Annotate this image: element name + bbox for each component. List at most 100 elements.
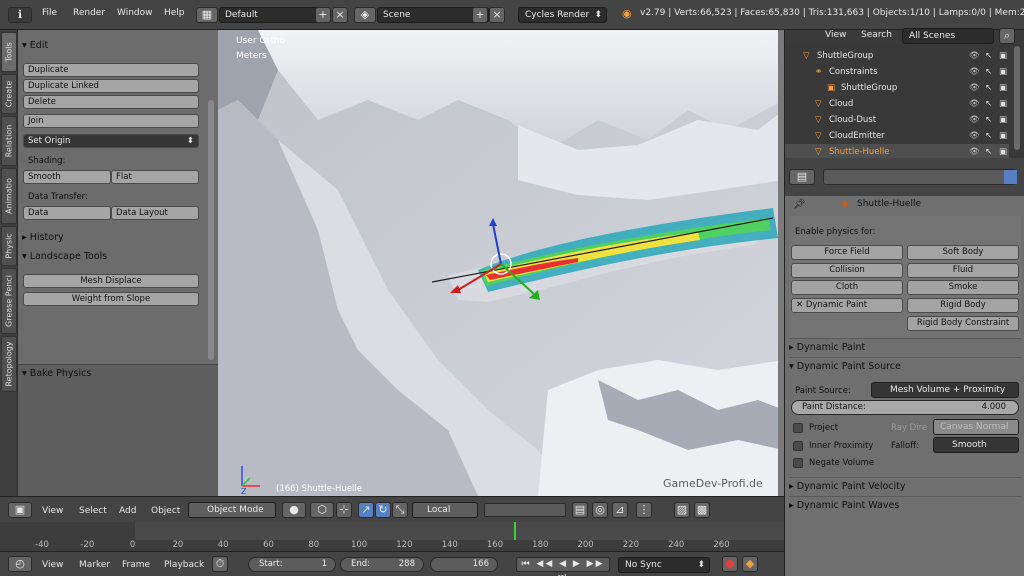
manipulator-icon[interactable]: ⊹ [336, 502, 352, 518]
gl-render-icon[interactable]: ▩ [694, 502, 710, 518]
menu-view[interactable]: View [42, 506, 63, 516]
mesh-displace-button[interactable]: Mesh Displace [23, 274, 199, 288]
negate-volume-checkbox[interactable] [793, 458, 803, 468]
project-checkbox[interactable] [793, 423, 803, 433]
render-preview-icon[interactable]: ▨ [674, 502, 690, 518]
selectability-cursor-icon[interactable]: ↖ [985, 48, 992, 64]
soft-body-button[interactable]: Soft Body [907, 245, 1019, 260]
paint-source-select[interactable]: Mesh Volume + Proximity [871, 382, 1019, 398]
snap-target-icon[interactable]: ⋮ [636, 502, 652, 518]
layer-buttons[interactable] [484, 503, 566, 517]
selectability-cursor-icon[interactable]: ↖ [985, 128, 992, 144]
tl-menu-frame[interactable]: Frame [122, 560, 150, 570]
menu-help[interactable]: Help [164, 8, 185, 18]
visibility-eye-icon[interactable]: 👁︎ [969, 64, 980, 80]
menu-file[interactable]: File [42, 8, 57, 18]
tl-menu-marker[interactable]: Marker [79, 560, 110, 570]
delete-button[interactable]: Delete [23, 95, 199, 109]
landscape-panel-header[interactable]: ▾ Landscape Tools [22, 251, 107, 262]
renderability-camera-icon[interactable]: ▣ [999, 48, 1007, 64]
mode-selector[interactable]: Object Mode [188, 502, 276, 518]
tab-relations[interactable]: Relation [1, 116, 17, 166]
flat-button[interactable]: Flat [111, 170, 199, 184]
menu-render[interactable]: Render [73, 8, 105, 18]
start-frame-field[interactable]: Start: 1 [248, 557, 336, 572]
renderability-camera-icon[interactable]: ▣ [999, 96, 1007, 112]
layout-icon[interactable]: ▦ [196, 7, 218, 23]
rigid-body-constraint-button[interactable]: Rigid Body Constraint [907, 316, 1019, 331]
outliner-row[interactable]: ▣ ShuttleGroup 👁︎ ↖ ▣ [785, 80, 1009, 96]
history-panel-header[interactable]: ▸ History [22, 232, 64, 243]
context-tabs[interactable] [823, 169, 1017, 185]
record-icon[interactable]: ● [722, 556, 738, 572]
orientation-selector[interactable]: Local [412, 502, 478, 518]
force-field-button[interactable]: Force Field [791, 245, 903, 260]
menu-add[interactable]: Add [119, 506, 136, 516]
data-layout-button[interactable]: Data Layout [111, 206, 199, 220]
display-mode-select[interactable]: All Scenes [902, 28, 994, 44]
tab-retopology[interactable]: Retopology [1, 336, 17, 392]
dynamic-paint-button[interactable]: ✕ Dynamic Paint [791, 298, 903, 313]
pin-icon[interactable]: 📌︎ [793, 199, 806, 210]
preview-range-icon[interactable]: ⏱ [212, 556, 228, 572]
info-editor-icon[interactable]: ℹ [8, 7, 32, 23]
outliner-row[interactable]: ▽ Cloud-Dust 👁︎ ↖ ▣ [785, 112, 1009, 128]
rigid-body-button[interactable]: Rigid Body [907, 298, 1019, 313]
toolshelf-scrollbar[interactable] [208, 100, 214, 360]
tab-animation[interactable]: Animatio [1, 168, 17, 224]
join-button[interactable]: Join [23, 114, 199, 128]
data-button[interactable]: Data [23, 206, 111, 220]
properties-editor-icon[interactable]: ▤ [789, 169, 815, 185]
smoke-button[interactable]: Smoke [907, 280, 1019, 295]
tab-create[interactable]: Create [1, 74, 17, 114]
duplicate-button[interactable]: Duplicate [23, 63, 199, 77]
shading-icon[interactable]: ● [282, 502, 306, 518]
visibility-eye-icon[interactable]: 👁︎ [969, 96, 980, 112]
selectability-cursor-icon[interactable]: ↖ [985, 96, 992, 112]
selectability-cursor-icon[interactable]: ↖ [985, 80, 992, 96]
3d-viewport[interactable]: Z User Ortho Meters (166) Shuttle-Huelle… [218, 30, 784, 496]
outliner-menu-search[interactable]: Search [861, 30, 892, 40]
smooth-button[interactable]: Smooth [23, 170, 111, 184]
sync-selector[interactable]: No Sync ⬍ [618, 557, 710, 573]
dynamic-paint-waves-header[interactable]: ▸ Dynamic Paint Waves [789, 496, 1021, 514]
tl-menu-playback[interactable]: Playback [164, 560, 204, 570]
tab-tools[interactable]: Tools [1, 32, 17, 72]
add-layout-icon[interactable]: + [315, 7, 331, 23]
timeline-editor-icon[interactable]: ◴ [8, 556, 32, 572]
selectability-cursor-icon[interactable]: ↖ [985, 112, 992, 128]
snap-icon[interactable]: ⊿ [612, 502, 628, 518]
dynamic-paint-source-header[interactable]: ▾ Dynamic Paint Source [789, 357, 1021, 375]
dynamic-paint-velocity-header[interactable]: ▸ Dynamic Paint Velocity [789, 477, 1021, 495]
close-icon[interactable]: ✕ [796, 300, 803, 310]
rotate-icon[interactable]: ↻ [375, 502, 391, 518]
renderability-camera-icon[interactable]: ▣ [999, 64, 1007, 80]
visibility-eye-icon[interactable]: 👁︎ [969, 48, 980, 64]
playback-controls[interactable]: ⏮ ◀◀ ◀ ▶ ▶▶ ⏭ [516, 557, 610, 576]
weight-from-slope-button[interactable]: Weight from Slope [23, 292, 199, 306]
visibility-eye-icon[interactable]: 👁︎ [969, 112, 980, 128]
set-origin-dropdown[interactable]: Set Origin ⬍ [23, 134, 199, 148]
outliner-menu-view[interactable]: View [825, 30, 846, 40]
dynamic-paint-panel-header[interactable]: ▸ Dynamic Paint [789, 338, 1021, 356]
keying-set-icon[interactable]: ◆ [742, 556, 758, 572]
outliner-search-icon[interactable]: ⌕ [999, 28, 1015, 44]
translate-icon[interactable]: ↗ [358, 502, 374, 518]
renderability-camera-icon[interactable]: ▣ [999, 80, 1007, 96]
end-frame-field[interactable]: End: 288 [340, 557, 424, 572]
fluid-button[interactable]: Fluid [907, 263, 1019, 278]
cloth-button[interactable]: Cloth [791, 280, 903, 295]
tab-physics[interactable]: Physic [1, 226, 17, 266]
renderability-camera-icon[interactable]: ▣ [999, 128, 1007, 144]
visibility-eye-icon[interactable]: 👁︎ [969, 80, 980, 96]
proportional-icon[interactable]: ◎ [592, 502, 608, 518]
bake-physics-header[interactable]: ▾ Bake Physics [22, 368, 91, 379]
render-engine-select[interactable]: Cycles Render ⬍ [518, 7, 607, 23]
menu-window[interactable]: Window [117, 8, 153, 18]
duplicate-linked-button[interactable]: Duplicate Linked [23, 79, 199, 93]
menu-object[interactable]: Object [151, 506, 180, 516]
scale-icon[interactable]: ⤡ [392, 502, 408, 518]
menu-select[interactable]: Select [79, 506, 107, 516]
ray-direction-select[interactable]: Canvas Normal [933, 419, 1019, 435]
lock-icon[interactable]: ▤ [572, 502, 588, 518]
